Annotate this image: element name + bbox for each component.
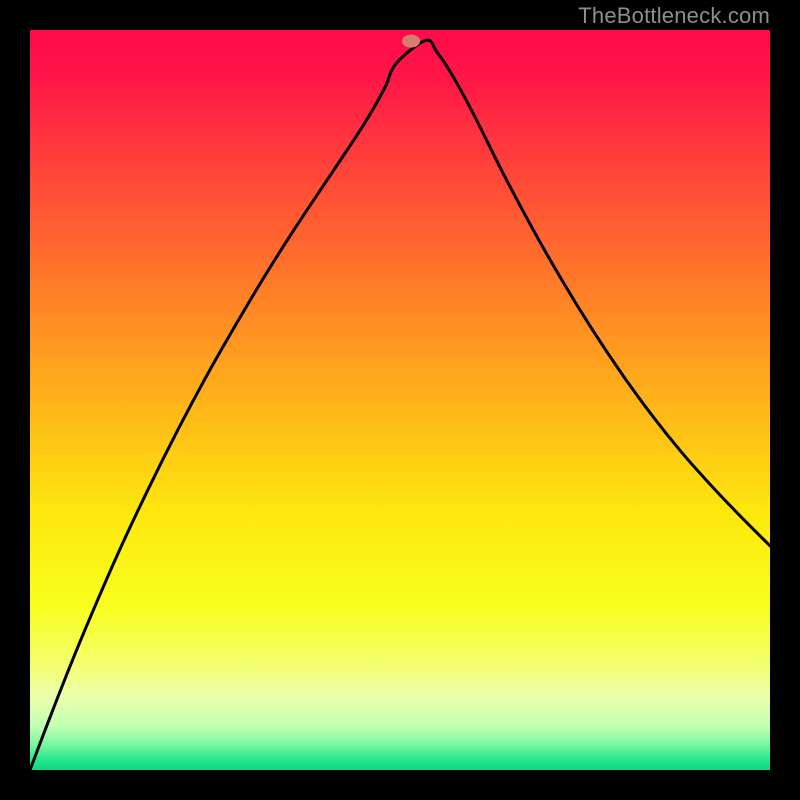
attribution-text: TheBottleneck.com (578, 3, 770, 29)
chart-frame (30, 30, 770, 770)
gradient-background (30, 30, 770, 770)
optimal-marker (402, 35, 420, 48)
bottleneck-chart (30, 30, 770, 770)
